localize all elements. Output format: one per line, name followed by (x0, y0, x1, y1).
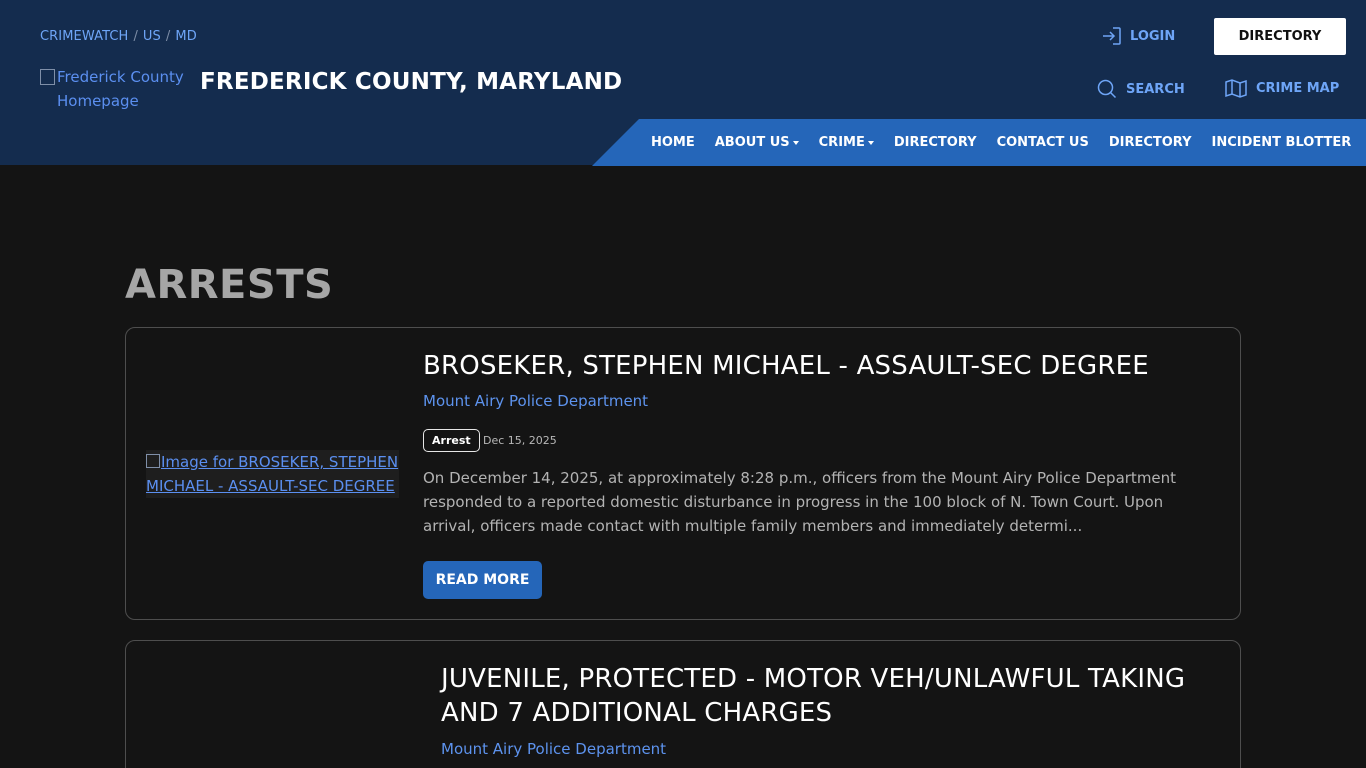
post-image-link[interactable]: Image for BROSEKER, STEPHEN MICHAEL - AS… (146, 450, 399, 498)
breadcrumb-separator: / (133, 29, 138, 44)
site-header: CRIMEWATCH / US / MD Frederick County Homepa… (0, 0, 1366, 166)
crime-map-link[interactable]: CRIME MAP (1225, 79, 1339, 98)
nav-crime[interactable]: CRIME (819, 135, 874, 150)
site-title[interactable]: FREDERICK COUNTY, MARYLAND (200, 69, 622, 95)
nav-directory[interactable]: DIRECTORY (894, 135, 977, 150)
post-agency-link[interactable]: Mount Airy Police Department (441, 740, 666, 758)
directory-button[interactable]: DIRECTORY (1214, 18, 1346, 55)
nav-incident-blotter[interactable]: INCIDENT BLOTTER (1212, 135, 1352, 150)
post-card: Image for BROSEKER, STEPHEN MICHAEL - AS… (125, 327, 1241, 620)
nav-directory-2[interactable]: DIRECTORY (1109, 135, 1192, 150)
main-nav: HOME ABOUT US CRIME DIRECTORY CONTACT US… (592, 119, 1366, 166)
nav-home[interactable]: HOME (651, 135, 695, 150)
logo-alt-text: Frederick County Homepage (57, 68, 184, 110)
login-icon (1103, 27, 1121, 45)
broken-image-icon (40, 69, 55, 85)
search-label: SEARCH (1126, 81, 1185, 97)
breadcrumb: CRIMEWATCH / US / MD (40, 29, 197, 44)
post-image-alt: Image for BROSEKER, STEPHEN MICHAEL - AS… (146, 453, 399, 495)
caret-down-icon (792, 140, 799, 145)
post-title[interactable]: JUVENILE, PROTECTED - MOTOR VEH/UNLAWFUL… (441, 662, 1211, 730)
post-card: JUVENILE, PROTECTED - MOTOR VEH/UNLAWFUL… (125, 640, 1241, 768)
post-agency-link[interactable]: Mount Airy Police Department (423, 392, 648, 410)
login-label: LOGIN (1130, 28, 1176, 44)
post-title[interactable]: BROSEKER, STEPHEN MICHAEL - ASSAULT-SEC … (423, 349, 1149, 383)
crime-map-label: CRIME MAP (1256, 81, 1340, 96)
breadcrumb-separator: / (165, 29, 171, 44)
caret-down-icon (867, 140, 874, 145)
search-icon (1097, 79, 1117, 99)
search-link[interactable]: SEARCH (1097, 79, 1185, 99)
post-date: Dec 15, 2025 (483, 434, 557, 447)
page-title: ARRESTS (125, 262, 334, 308)
breadcrumb-md[interactable]: MD (175, 29, 196, 44)
breadcrumb-us[interactable]: US (143, 29, 161, 44)
broken-image-icon (146, 454, 160, 468)
nav-contact-us[interactable]: CONTACT US (997, 135, 1089, 150)
login-link[interactable]: LOGIN (1102, 27, 1175, 45)
breadcrumb-crimewatch[interactable]: CRIMEWATCH (40, 29, 128, 44)
category-badge: Arrest (423, 429, 480, 452)
county-logo-link[interactable]: Frederick County Homepage (40, 65, 190, 113)
nav-about-us[interactable]: ABOUT US (715, 135, 799, 150)
read-more-button[interactable]: READ MORE (423, 561, 542, 599)
post-excerpt: On December 14, 2025, at approximately 8… (423, 469, 1177, 535)
map-icon (1225, 79, 1247, 98)
